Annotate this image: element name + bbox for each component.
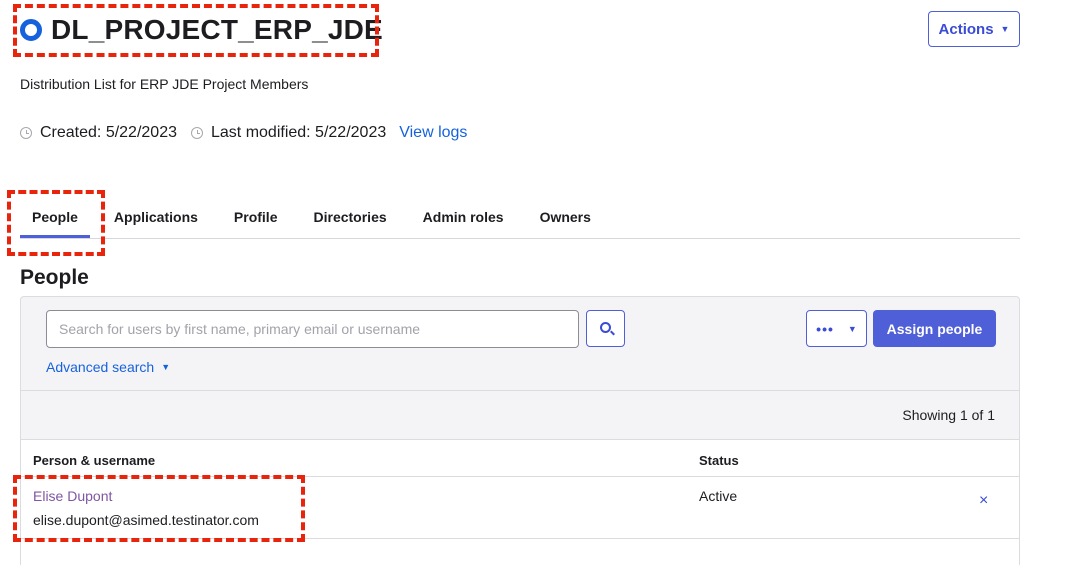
- search-icon: [600, 322, 611, 333]
- results-count-bar: Showing 1 of 1: [21, 390, 1019, 439]
- search-button[interactable]: [586, 310, 625, 347]
- assign-people-button[interactable]: Assign people: [873, 310, 996, 347]
- tab-applications[interactable]: Applications: [102, 200, 210, 238]
- column-header-status: Status: [699, 453, 739, 468]
- more-icon: •••: [816, 320, 834, 337]
- highlight-people-tab: [7, 190, 105, 256]
- tab-admin-roles[interactable]: Admin roles: [411, 200, 516, 238]
- tab-profile[interactable]: Profile: [222, 200, 290, 238]
- advanced-search-label: Advanced search: [46, 359, 155, 375]
- chevron-down-icon: ▼: [847, 323, 857, 334]
- tab-bar: People Applications Profile Directories …: [20, 200, 1020, 239]
- column-header-person: Person & username: [33, 453, 156, 468]
- remove-icon[interactable]: ×: [979, 492, 988, 510]
- results-count: Showing 1 of 1: [902, 407, 995, 423]
- clock-icon: [20, 127, 32, 139]
- search-input[interactable]: [46, 310, 579, 348]
- created-date: Created: 5/22/2023: [40, 124, 177, 141]
- highlight-person-row: [13, 475, 305, 542]
- actions-button[interactable]: Actions ▼: [928, 11, 1020, 47]
- chevron-down-icon: ▼: [161, 362, 171, 372]
- highlight-title: [13, 4, 379, 57]
- status-value: Active: [699, 488, 738, 504]
- tab-directories[interactable]: Directories: [302, 200, 399, 238]
- last-modified-date: Last modified: 5/22/2023: [211, 124, 387, 141]
- meta-row: Created: 5/22/2023 Last modified: 5/22/2…: [20, 124, 467, 142]
- advanced-search-link[interactable]: Advanced search ▼: [46, 359, 170, 375]
- actions-label: Actions: [938, 20, 994, 38]
- section-title: People: [20, 266, 89, 289]
- more-actions-button[interactable]: ••• ▼: [806, 310, 867, 347]
- group-description: Distribution List for ERP JDE Project Me…: [20, 76, 309, 92]
- view-logs-link[interactable]: View logs: [399, 124, 467, 142]
- clock-icon: [191, 127, 203, 139]
- tab-owners[interactable]: Owners: [528, 200, 603, 238]
- table-header: Person & username Status: [21, 440, 1019, 477]
- chevron-down-icon: ▼: [1000, 24, 1010, 34]
